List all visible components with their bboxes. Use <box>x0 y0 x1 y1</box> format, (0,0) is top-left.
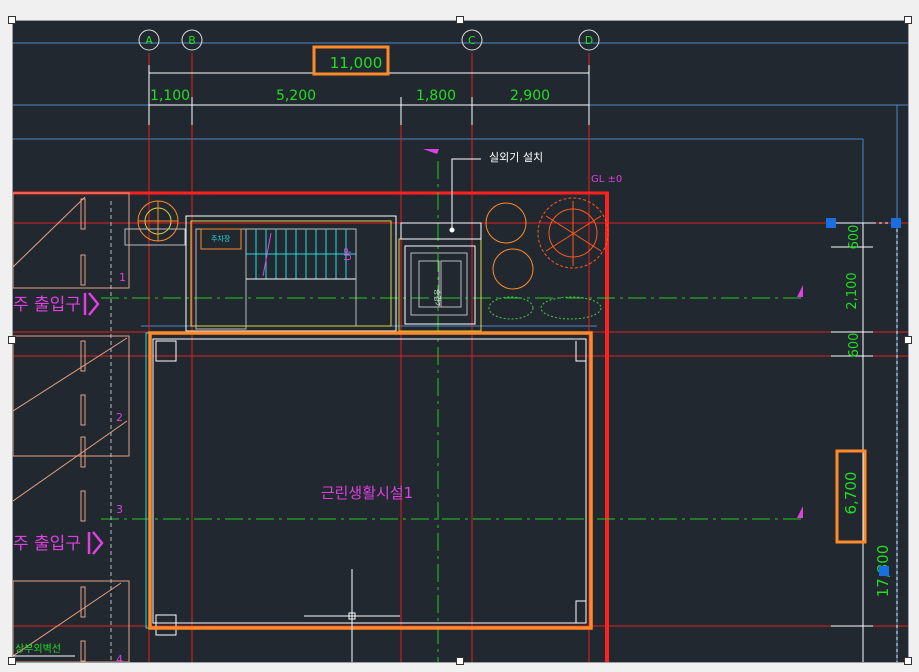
landscape-trees <box>485 197 609 320</box>
room-highlight <box>148 331 593 630</box>
resize-handle-br[interactable] <box>904 657 912 665</box>
dimension-right-room: 6,700 <box>842 472 860 515</box>
resize-handle-bm[interactable] <box>456 657 464 665</box>
grid-bubble-d: D <box>585 34 593 47</box>
crosshair-cursor <box>304 569 400 662</box>
outdoor-unit-point <box>449 227 455 233</box>
stair-core <box>185 215 397 332</box>
centerlines <box>101 161 801 662</box>
entrance-arrow-1 <box>83 292 100 316</box>
left-parking-area <box>13 192 130 662</box>
gl-level-label: GL ±0 <box>591 174 622 185</box>
exterior-wall-label: 상부외벽선 <box>15 643 61 655</box>
dimension-seg-1: 1,100 <box>150 88 190 104</box>
outdoor-flag <box>423 149 439 154</box>
resize-handle-tm[interactable] <box>456 16 464 24</box>
dimension-right-bottom: 600 <box>847 333 862 358</box>
grip-handle-1[interactable] <box>826 218 836 228</box>
entrance-label-2: 주 출입구 <box>13 534 81 554</box>
dimension-right-middle: 2,100 <box>845 272 860 309</box>
dimension-seg-3: 1,800 <box>416 88 456 104</box>
resize-handle-tr[interactable] <box>904 16 912 24</box>
grip-handle-3[interactable] <box>879 566 889 576</box>
grid-bubble-c: C <box>468 34 476 47</box>
elevator-label: 승강기 <box>433 289 442 308</box>
tree-symbol-left <box>137 200 179 242</box>
resize-handle-ml[interactable] <box>8 336 16 344</box>
room-name-label: 근린생활시설1 <box>321 484 413 502</box>
grid-lines-red <box>13 53 908 662</box>
entrance-label-1: 주 출입구 <box>13 295 81 315</box>
entrance-arrow-2 <box>87 531 104 555</box>
resize-handle-tl[interactable] <box>8 16 16 24</box>
reference-lines <box>13 42 908 662</box>
resize-handle-bl[interactable] <box>8 657 16 665</box>
level-marker-1 <box>797 285 803 297</box>
dimension-seg-4: 2,900 <box>510 88 550 104</box>
resize-handle-mr[interactable] <box>904 336 912 344</box>
row-number-4: 4 <box>116 653 123 662</box>
row-number-1: 1 <box>119 271 126 284</box>
cad-drawing-canvas[interactable]: A B C D 11,000 1,100 5,200 1,800 2,900 1… <box>12 20 909 663</box>
row-number-2: 2 <box>116 411 123 424</box>
dimension-seg-2: 5,200 <box>276 88 316 104</box>
grid-bubble-b: B <box>188 34 196 47</box>
dimension-overall: 11,000 <box>330 54 383 72</box>
stair-small-label: 주차장 <box>211 234 231 243</box>
outdoor-unit-label: 실외기 설치 <box>489 151 543 164</box>
stair-up-label: UP <box>343 248 354 261</box>
elevator-core <box>398 222 482 332</box>
grip-handle-2[interactable] <box>891 218 901 228</box>
grid-bubble-a: A <box>145 34 153 47</box>
small-box-left <box>124 228 186 246</box>
level-marker-2 <box>797 506 803 518</box>
row-number-3: 3 <box>116 503 123 516</box>
dimension-right-top: 600 <box>847 225 862 250</box>
